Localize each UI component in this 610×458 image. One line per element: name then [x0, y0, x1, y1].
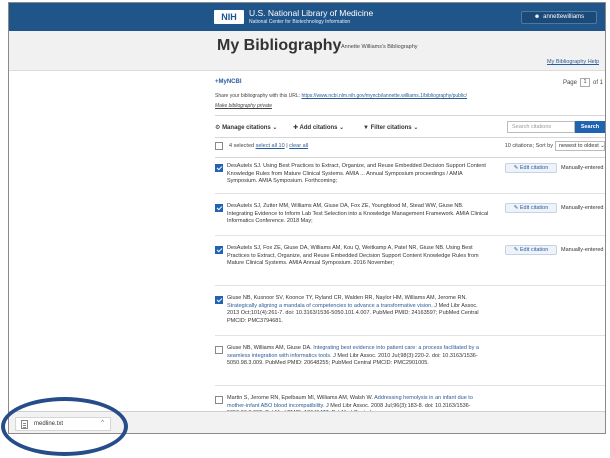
edit-citation-button[interactable]: ✎ Edit citation — [505, 163, 557, 173]
chevron-down-icon: ⌄ — [339, 125, 345, 131]
edit-citation-button[interactable]: ✎ Edit citation — [505, 245, 557, 255]
citation-text: DesAutels SJ, Fox ZE, Giuse DA, Williams… — [227, 245, 479, 267]
divider — [215, 157, 605, 158]
add-citations-label: Add citations — [299, 125, 338, 131]
selected-count: 4 selected — [229, 143, 255, 149]
citation-count: 10 citations; Sort by — [504, 143, 553, 149]
citation-source-label: Manually-entered — [561, 205, 604, 211]
filter-citations-menu[interactable]: ▼ Filter citations ⌄ — [363, 124, 418, 131]
citation-checkbox[interactable] — [215, 396, 223, 404]
select-all-checkbox[interactable] — [215, 142, 223, 150]
highlight-ellipse — [1, 397, 128, 456]
citation-checkbox[interactable] — [215, 246, 223, 254]
filter-icon: ▼ — [363, 125, 369, 131]
citation-source-label: Manually-entered — [561, 165, 604, 171]
chevron-down-icon: ⌄ — [272, 125, 278, 131]
citation-text: Giuse NB, Kusnoor SV, Koonce TY, Ryland … — [227, 295, 479, 324]
nih-logo[interactable]: NIH — [214, 10, 244, 24]
chevron-down-icon: ⌄ — [600, 143, 605, 149]
divider — [215, 193, 605, 194]
page-title: My Bibliography — [217, 37, 342, 54]
citation-checkbox[interactable] — [215, 164, 223, 172]
divider — [215, 335, 605, 336]
citation-text: DesAutels SJ. Using Best Practices to Ex… — [227, 163, 486, 185]
clear-all-link[interactable]: clear all — [289, 143, 308, 149]
page-number-input[interactable]: 1 — [579, 78, 590, 87]
divider — [215, 235, 605, 236]
citation-checkbox[interactable] — [215, 296, 223, 304]
sort-value: newest to oldest — [559, 143, 599, 149]
user-account-button[interactable]: ☻ annettewilliams — [521, 11, 597, 24]
selection-status: 4 selected select all 10 | clear all — [229, 143, 309, 149]
user-icon: ☻ — [533, 14, 541, 20]
citation-text: Giuse NB, Williams AM, Giuse DA. Integra… — [227, 345, 479, 367]
myncbi-link[interactable]: +MyNCBI — [215, 79, 242, 85]
pencil-icon: ✎ — [513, 165, 519, 171]
citation-checkbox[interactable] — [215, 204, 223, 212]
share-url-text: Share your bibliography with this URL: h… — [215, 93, 467, 99]
citation-title-link[interactable]: Strategically aligning a mandala of comp… — [227, 303, 433, 309]
share-url-link[interactable]: https://www.ncbi.nlm.nih.gov/myncbi/anne… — [301, 93, 467, 99]
page-subtitle: Annette Williams's Bibliography — [341, 44, 418, 50]
divider — [215, 115, 605, 116]
page-header: My Bibliography Annette Williams's Bibli… — [9, 31, 605, 71]
divider — [215, 385, 605, 386]
citation-source-label: Manually-entered — [561, 247, 604, 253]
bibliography-main: +MyNCBI Page 1 of 1 Share your bibliograph… — [215, 75, 605, 433]
plus-icon: ✚ — [293, 125, 299, 131]
select-all-link[interactable]: select all 10 — [256, 143, 285, 149]
make-private-link[interactable]: Make bibliography private — [215, 103, 272, 109]
nih-header-bar: NIH U.S. National Library of Medicine Na… — [9, 3, 605, 31]
manage-citations-menu[interactable]: ⚙ Manage citations ⌄ — [215, 124, 277, 131]
add-citations-menu[interactable]: ✚ Add citations ⌄ — [293, 124, 344, 131]
chevron-down-icon: ⌄ — [413, 125, 419, 131]
share-prefix: Share your bibliography with this URL: — [215, 93, 301, 99]
nlm-title[interactable]: U.S. National Library of Medicine — [249, 8, 373, 18]
pager: Page 1 of 1 — [563, 78, 603, 87]
ncbi-subtitle: National Center for Biotechnology Inform… — [249, 19, 351, 25]
user-name: annettewilliams — [543, 14, 585, 20]
browser-window: NIH U.S. National Library of Medicine Na… — [8, 2, 606, 434]
search-citations-input[interactable]: Search citations — [507, 121, 575, 133]
filter-citations-label: Filter citations — [370, 125, 412, 131]
citation-toolbar: ⚙ Manage citations ⌄ ✚ Add citations ⌄ ▼… — [215, 121, 605, 135]
help-link[interactable]: My Bibliography Help — [547, 59, 599, 65]
divider — [215, 285, 605, 286]
manage-citations-label: Manage citations — [222, 125, 271, 131]
pencil-icon: ✎ — [513, 247, 519, 253]
search-button[interactable]: Search — [575, 121, 605, 133]
gear-icon: ⚙ — [215, 125, 221, 131]
edit-citation-button[interactable]: ✎ Edit citation — [505, 203, 557, 213]
sort-select[interactable]: newest to oldest ⌄ — [555, 141, 605, 151]
pager-total: of 1 — [592, 80, 603, 87]
divider — [215, 137, 605, 138]
selection-bar: 4 selected select all 10 | clear all 10 … — [215, 141, 605, 153]
pencil-icon: ✎ — [513, 205, 519, 211]
pager-label: Page — [562, 80, 577, 87]
citation-text: DesAutels SJ, Zutter MM, Williams AM, Gi… — [227, 203, 489, 225]
citation-checkbox[interactable] — [215, 346, 223, 354]
